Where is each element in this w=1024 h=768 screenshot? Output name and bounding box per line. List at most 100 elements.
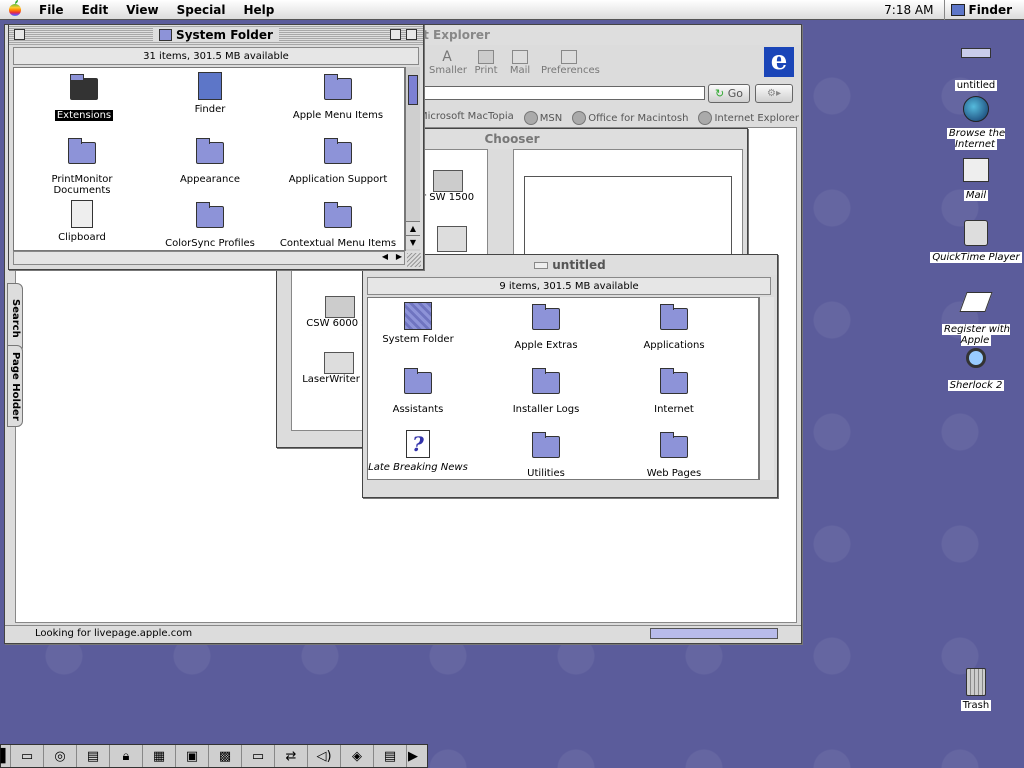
- remote-access-icon[interactable]: ⇄: [275, 745, 308, 767]
- system-folder-vertical-scrollbar[interactable]: ▲ ▼: [405, 67, 420, 251]
- tab-search[interactable]: Search: [7, 283, 23, 353]
- item-label: Apple Menu Items: [292, 110, 384, 121]
- item-application-support[interactable]: Application Support: [278, 136, 398, 185]
- scroll-down-arrow[interactable]: ▼: [406, 235, 420, 249]
- mail-button[interactable]: Mail: [507, 49, 533, 76]
- apple-menu-icon[interactable]: [0, 0, 30, 20]
- item-extensions[interactable]: Extensions: [24, 72, 144, 121]
- system-folder-horizontal-scrollbar[interactable]: ◀ ▶: [13, 251, 405, 265]
- printer-sw1500[interactable]: r SW 1500: [422, 170, 474, 203]
- untitled-window[interactable]: untitled 9 items, 301.5 MB available Sys…: [362, 254, 778, 498]
- menu-clock[interactable]: 7:18 AM: [874, 3, 943, 17]
- favorite-office[interactable]: Office for Macintosh: [572, 111, 688, 125]
- preferences-button[interactable]: Preferences: [541, 49, 600, 76]
- item-colorsync-profiles[interactable]: ColorSync Profiles: [150, 200, 270, 249]
- system-folder-window[interactable]: System Folder 31 items, 301.5 MB availab…: [8, 24, 424, 270]
- untitled-title-bar[interactable]: untitled: [363, 255, 777, 275]
- item-contextual-menu-items[interactable]: Contextual Menu Items: [278, 200, 398, 249]
- item-late-breaking-news[interactable]: ? Late Breaking News: [358, 430, 478, 473]
- colorsync-folder-icon: [195, 202, 225, 236]
- control-strip-collapse-tab[interactable]: ▌: [1, 745, 11, 767]
- print-button[interactable]: Print: [473, 49, 499, 76]
- scroll-left-arrow[interactable]: ◀: [382, 252, 388, 261]
- desktop-icon-mail[interactable]: Mail: [926, 158, 1024, 201]
- trash-icon: [960, 668, 992, 698]
- item-clipboard[interactable]: Clipboard: [22, 200, 142, 243]
- disk-icon: [534, 261, 549, 269]
- zoom-box[interactable]: [390, 29, 401, 40]
- item-finder[interactable]: Finder: [150, 72, 270, 115]
- system-folder-title-bar[interactable]: System Folder: [9, 25, 423, 45]
- menu-special[interactable]: Special: [168, 3, 235, 17]
- desktop-icon-browse-internet[interactable]: Browse the Internet: [926, 96, 1024, 150]
- resize-grip[interactable]: [407, 253, 421, 267]
- lock-icon[interactable]: 🔒︎: [110, 745, 143, 767]
- print-label: Print: [474, 65, 498, 76]
- location-icon[interactable]: ▣: [176, 745, 209, 767]
- scroll-right-arrow[interactable]: ▶: [396, 252, 402, 261]
- address-field[interactable]: [415, 86, 705, 100]
- cd-icon[interactable]: ◎: [44, 745, 77, 767]
- system-folder-content[interactable]: Extensions Finder Apple Menu Items Print…: [13, 67, 405, 251]
- menu-file[interactable]: File: [30, 3, 73, 17]
- chooser-select-box[interactable]: [524, 176, 732, 266]
- scroll-up-arrow[interactable]: ▲: [406, 221, 420, 235]
- desktop-icon-untitled[interactable]: untitled: [926, 44, 1024, 91]
- scroll-thumb[interactable]: [408, 75, 418, 105]
- menu-help[interactable]: Help: [234, 3, 283, 17]
- document-question-icon: ?: [403, 430, 433, 460]
- applications-folder-icon: [659, 304, 689, 338]
- favorite-ie[interactable]: Internet Explorer: [698, 111, 799, 125]
- item-web-pages[interactable]: Web Pages: [614, 430, 734, 479]
- file-sharing-icon[interactable]: ▤: [77, 745, 110, 767]
- item-label: System Folder: [382, 334, 454, 345]
- item-printmonitor-documents[interactable]: PrintMonitor Documents: [22, 136, 142, 196]
- tab-page-holder[interactable]: Page Holder: [7, 345, 23, 427]
- item-applications[interactable]: Applications: [614, 302, 734, 351]
- item-utilities[interactable]: Utilities: [486, 430, 606, 479]
- untitled-content[interactable]: System Folder Apple Extras Applications …: [367, 297, 759, 480]
- go-button[interactable]: ↻ Go: [708, 84, 750, 103]
- untitled-scrollbar[interactable]: [759, 297, 774, 480]
- desktop-icon-quicktime[interactable]: QuickTime Player: [926, 220, 1024, 263]
- system-folder-title: System Folder: [153, 28, 279, 42]
- item-label: Utilities: [527, 468, 565, 479]
- item-assistants[interactable]: Assistants: [358, 366, 478, 415]
- desktop-icon-sherlock[interactable]: Sherlock 2: [926, 348, 1024, 391]
- monitor-icon[interactable]: ▭: [242, 745, 275, 767]
- favorite-mactopia[interactable]: Microsoft MacTopia: [419, 111, 514, 125]
- item-internet[interactable]: Internet: [614, 366, 734, 415]
- globe-icon: [523, 111, 538, 125]
- resolution-icon[interactable]: ▩: [209, 745, 242, 767]
- apple-menu-items-folder-icon: [323, 74, 353, 108]
- status-text: Looking for livepage.apple.com: [35, 628, 193, 639]
- menu-view[interactable]: View: [117, 3, 167, 17]
- clipboard-icon: [67, 200, 97, 230]
- item-apple-extras[interactable]: Apple Extras: [486, 302, 606, 351]
- monitor-bit-depth-icon[interactable]: ▭: [11, 745, 44, 767]
- control-strip[interactable]: ▌ ▭ ◎ ▤ 🔒︎ ▦ ▣ ▩ ▭ ⇄ ◁) ◈ ▤ ▶: [0, 744, 428, 768]
- control-strip-end-tab[interactable]: ▶: [407, 745, 419, 767]
- chooser-title: Chooser: [484, 132, 540, 146]
- desktop-icon-register[interactable]: Register with Apple: [926, 286, 1024, 346]
- close-box[interactable]: [14, 29, 25, 40]
- item-system-folder[interactable]: System Folder: [358, 302, 478, 345]
- search-tool-button[interactable]: ⚙▸: [755, 84, 793, 103]
- ie-window-title: et Explorer: [415, 28, 490, 42]
- application-menu[interactable]: Finder: [943, 0, 1024, 20]
- item-apple-menu-items[interactable]: Apple Menu Items: [278, 72, 398, 121]
- favorite-office-label: Office for Macintosh: [588, 112, 689, 124]
- printer-icon: [325, 296, 355, 318]
- speaker-icon[interactable]: ◁): [308, 745, 341, 767]
- keyboard-icon[interactable]: ▦: [143, 745, 176, 767]
- menu-edit[interactable]: Edit: [73, 3, 118, 17]
- favorite-msn[interactable]: MSN: [523, 111, 562, 125]
- desktop-icon-trash[interactable]: Trash: [926, 668, 1024, 711]
- item-installer-logs[interactable]: Installer Logs: [486, 366, 606, 415]
- collapse-box[interactable]: [406, 29, 417, 40]
- ie-logo-icon[interactable]: e: [764, 47, 794, 77]
- item-appearance[interactable]: Appearance: [150, 136, 270, 185]
- smaller-button[interactable]: A Smaller: [429, 49, 467, 76]
- printer-icon[interactable]: ▤: [374, 745, 407, 767]
- web-sharing-icon[interactable]: ◈: [341, 745, 374, 767]
